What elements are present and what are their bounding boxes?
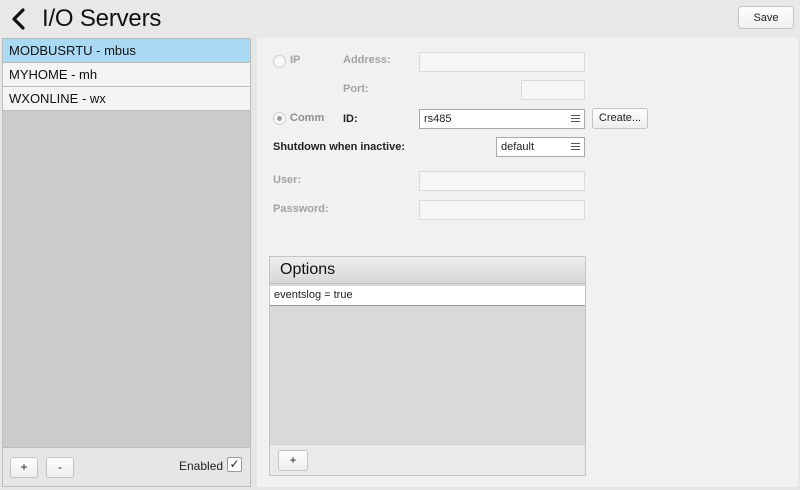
ip-radio[interactable]: [273, 55, 286, 68]
port-label: Port:: [343, 83, 369, 95]
top-bar: I/O Servers Save: [0, 0, 800, 38]
page-title: I/O Servers: [42, 5, 162, 32]
enabled-checkbox[interactable]: ✓: [227, 457, 242, 472]
port-field[interactable]: [521, 80, 585, 100]
server-item-wxonline[interactable]: WXONLINE - wx: [3, 87, 250, 111]
server-list-panel: MODBUSRTU - mbus MYHOME - mh WXONLINE - …: [2, 38, 251, 487]
create-button[interactable]: Create...: [592, 108, 648, 129]
server-item-myhome[interactable]: MYHOME - mh: [3, 63, 250, 87]
checkmark-icon: ✓: [229, 457, 240, 471]
back-button[interactable]: [8, 6, 30, 32]
id-select-value: rs485: [424, 113, 452, 125]
add-option-button[interactable]: +: [278, 450, 308, 471]
address-field[interactable]: [419, 52, 585, 72]
save-button[interactable]: Save: [738, 6, 794, 29]
list-menu-icon: [571, 143, 580, 151]
chevron-left-icon: [12, 8, 25, 30]
server-item-modbusrtu[interactable]: MODBUSRTU - mbus: [3, 39, 250, 63]
shutdown-label: Shutdown when inactive:: [273, 141, 406, 153]
options-panel: Options eventslog = true +: [269, 256, 586, 476]
server-list-footer: + - Enabled ✓: [3, 447, 250, 486]
enabled-label: Enabled: [179, 459, 224, 473]
password-label: Password:: [273, 203, 329, 215]
options-title: Options: [270, 257, 585, 284]
list-menu-icon: [571, 115, 580, 123]
shutdown-select[interactable]: default: [496, 137, 585, 157]
options-row[interactable]: eventslog = true: [270, 286, 585, 306]
ip-label: IP: [290, 54, 301, 66]
shutdown-select-value: default: [501, 141, 535, 153]
id-label: ID:: [343, 113, 358, 125]
user-field[interactable]: [419, 171, 585, 191]
options-footer: +: [270, 444, 585, 475]
address-label: Address:: [343, 54, 391, 66]
id-select[interactable]: rs485: [419, 109, 585, 129]
server-details-panel: IP Address: Port: Comm ID: rs485 Create.…: [257, 38, 798, 487]
remove-server-button[interactable]: -: [46, 457, 74, 478]
server-list: MODBUSRTU - mbus MYHOME - mh WXONLINE - …: [3, 39, 250, 111]
comm-radio[interactable]: [273, 112, 286, 125]
password-field[interactable]: [419, 200, 585, 220]
add-server-button[interactable]: +: [10, 457, 38, 478]
comm-label: Comm: [290, 112, 325, 124]
user-label: User:: [273, 174, 302, 186]
